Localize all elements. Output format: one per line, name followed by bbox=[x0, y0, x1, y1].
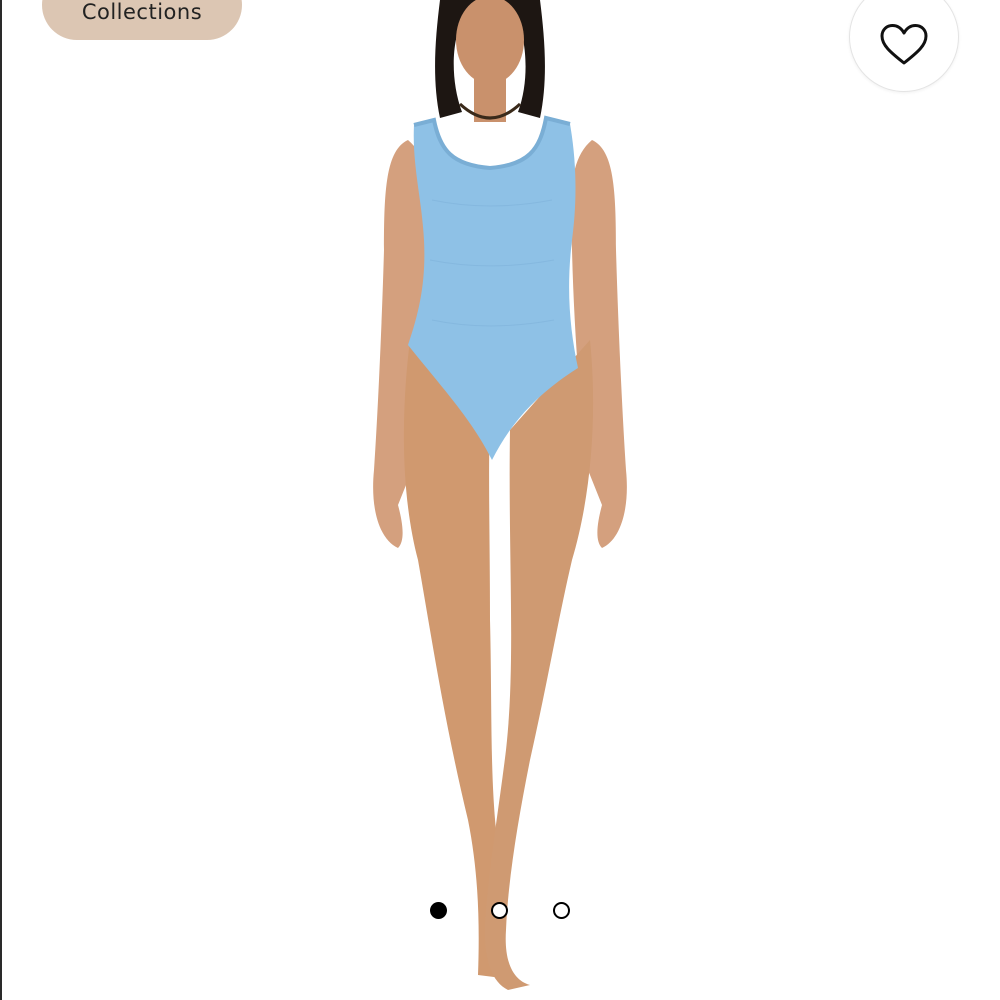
collections-button[interactable]: Collections bbox=[42, 0, 242, 40]
carousel-indicator bbox=[428, 902, 578, 924]
carousel-dot-2[interactable] bbox=[491, 902, 508, 919]
carousel-dot-1[interactable] bbox=[430, 902, 447, 919]
product-image[interactable] bbox=[340, 0, 660, 1000]
heart-icon bbox=[880, 4, 928, 70]
collections-label: Collections bbox=[81, 0, 203, 24]
left-edge-divider bbox=[0, 0, 2, 1000]
carousel-dot-3[interactable] bbox=[553, 902, 570, 919]
product-detail-screen: Collections bbox=[0, 0, 1000, 1000]
like-button[interactable] bbox=[849, 0, 959, 92]
